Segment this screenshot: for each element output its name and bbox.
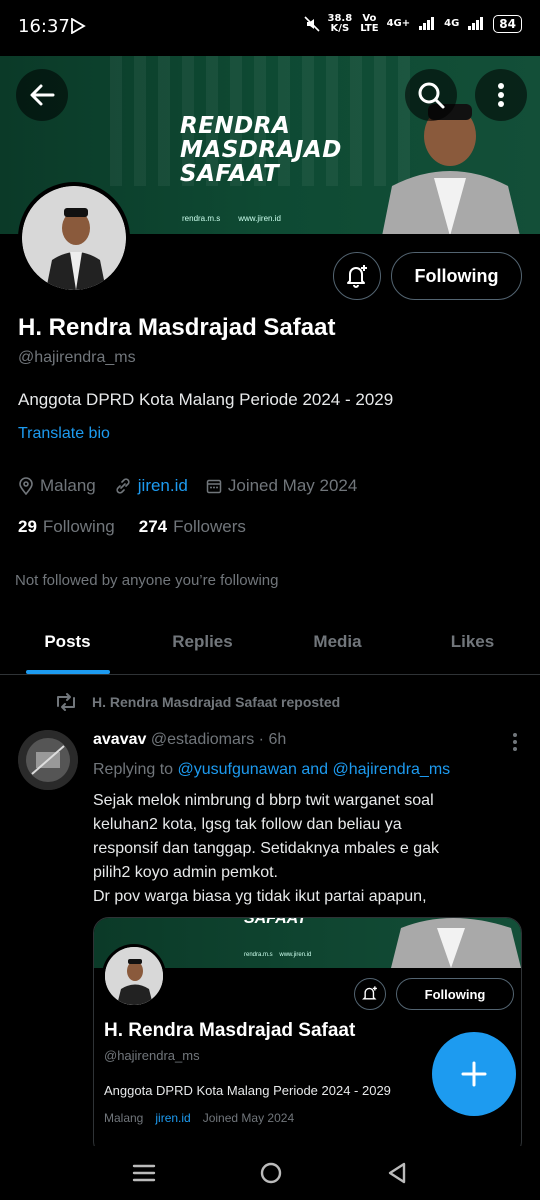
card-bell	[354, 978, 386, 1010]
network-4g: 4G	[444, 18, 460, 29]
banner-instagram: rendra.m.s	[182, 214, 221, 223]
system-nav-bar	[0, 1146, 540, 1200]
bell-plus-icon	[347, 265, 367, 288]
tab-media[interactable]: Media	[270, 618, 405, 674]
website-item[interactable]: jiren.id	[114, 476, 188, 496]
tweet-author-meta: @estadiomars · 6h	[150, 731, 287, 748]
recents-icon[interactable]	[132, 1163, 156, 1183]
not-followed-text: Not followed by anyone you’re following	[15, 572, 279, 589]
status-icons: 38.8 K/S Vo LTE 4G+ 4G 84	[303, 13, 522, 34]
card-name: H. Rendra Masdrajad Safaat	[104, 1020, 356, 1041]
calendar-icon	[206, 479, 222, 494]
profile-bio: Anggota DPRD Kota Malang Periode 2024 - …	[18, 390, 394, 409]
joined-item: Joined May 2024	[206, 476, 357, 496]
signal-icon-2	[468, 17, 484, 30]
more-options-button[interactable]	[475, 69, 527, 121]
play-store-icon	[71, 18, 86, 34]
plus-icon	[461, 1061, 487, 1087]
back-button[interactable]	[16, 69, 68, 121]
followers-count-link[interactable]: 274 Followers	[139, 517, 246, 537]
tweet-more-button[interactable]	[512, 732, 518, 757]
signal-icon	[419, 17, 435, 30]
home-icon[interactable]	[259, 1161, 283, 1185]
active-tab-indicator	[26, 670, 110, 674]
profile-name: H. Rendra Masdrajad Safaat	[18, 314, 336, 341]
profile-tabs: Posts Replies Media Likes	[0, 618, 540, 675]
tab-posts[interactable]: Posts	[0, 618, 135, 674]
tweet-author-name[interactable]: avavav	[93, 731, 146, 748]
status-bar: 16:37 38.8 K/S Vo LTE 4G+ 4G 84	[0, 0, 540, 56]
volte-indicator: Vo LTE	[360, 13, 379, 34]
network-4g-plus: 4G+	[386, 18, 411, 29]
translate-bio-link[interactable]: Translate bio	[18, 425, 110, 443]
location-item: Malang	[18, 476, 96, 496]
more-vertical-icon	[513, 733, 517, 751]
mute-icon	[303, 16, 320, 32]
profile-avatar[interactable]	[18, 182, 130, 294]
card-bio: Anggota DPRD Kota Malang Periode 2024 - …	[104, 1083, 391, 1098]
banner-title: RENDRA MASDRAJAD SAFAAT	[180, 113, 342, 187]
card-avatar	[102, 944, 166, 1008]
reply-targets-link[interactable]: @yusufgunawan and @hajirendra_ms	[178, 761, 451, 778]
replying-to: Replying to @yusufgunawan and @hajirendr…	[93, 761, 451, 778]
repost-indicator: H. Rendra Masdrajad Safaat reposted	[54, 692, 340, 712]
search-button[interactable]	[405, 69, 457, 121]
repost-icon	[57, 693, 75, 711]
search-icon	[418, 82, 445, 109]
profile-meta: Malang jiren.id Joined May 2024	[18, 476, 375, 496]
card-handle: @hajirendra_ms	[104, 1048, 200, 1063]
profile-handle: @hajirendra_ms	[18, 349, 136, 366]
back-arrow-icon	[30, 84, 55, 106]
website-link[interactable]: jiren.id	[138, 476, 188, 496]
tab-likes[interactable]: Likes	[405, 618, 540, 674]
bell-plus-icon	[362, 986, 377, 1000]
following-button[interactable]: Following	[391, 252, 522, 300]
tweet-text: Sejak melok nimbrung d bbrp twit wargane…	[93, 792, 440, 905]
net-speed: 38.8 K/S	[327, 13, 353, 34]
status-time: 16:37	[18, 16, 70, 37]
banner-website: www.jiren.id	[238, 214, 281, 223]
following-count-link[interactable]: 29 Following	[18, 517, 115, 537]
battery-indicator: 84	[493, 15, 522, 33]
author-avatar-image	[18, 730, 78, 790]
card-banner-person	[391, 918, 521, 968]
link-icon	[116, 478, 130, 494]
tweet-author-avatar[interactable]	[18, 730, 78, 790]
tweet-header: avavav @estadiomars · 6h	[93, 731, 286, 749]
avatar-photo	[22, 186, 126, 290]
more-vertical-icon	[498, 83, 504, 107]
card-following-button: Following	[396, 978, 514, 1010]
back-nav-icon[interactable]	[386, 1161, 408, 1185]
card-meta: Malang jiren.id Joined May 2024	[104, 1111, 295, 1125]
notify-button[interactable]	[333, 252, 381, 300]
banner-footer: rendra.m.s www.jiren.id	[182, 214, 281, 223]
compose-button[interactable]	[432, 1032, 516, 1116]
follow-counts: 29 Following 274 Followers	[18, 517, 246, 537]
location-pin-icon	[19, 477, 33, 495]
tab-replies[interactable]: Replies	[135, 618, 270, 674]
